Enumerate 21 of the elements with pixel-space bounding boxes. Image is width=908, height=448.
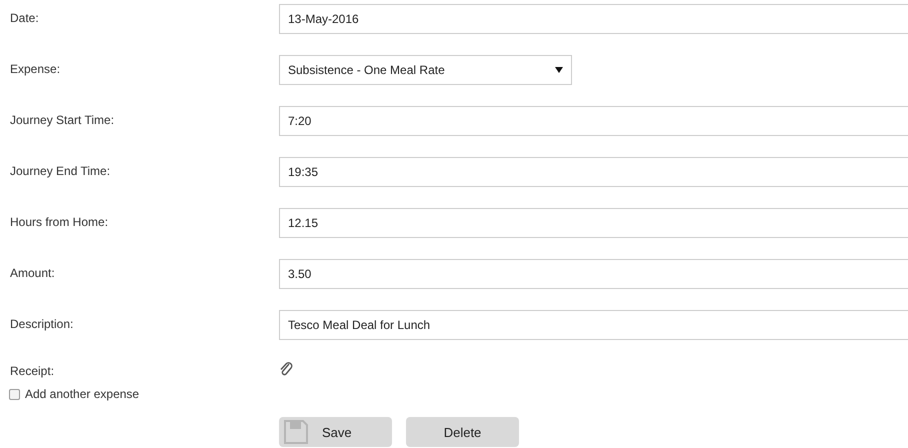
text-field[interactable]: 3.50 xyxy=(279,259,908,289)
expense-dropdown[interactable]: Subsistence - One Meal Rate xyxy=(279,55,572,85)
text-field[interactable]: 19:35 xyxy=(279,157,908,187)
field-label: Expense: xyxy=(9,61,62,76)
field-label: Amount: xyxy=(9,265,56,280)
text-field[interactable]: 12.15 xyxy=(279,208,908,238)
paperclip-icon[interactable] xyxy=(279,361,293,377)
delete-button[interactable]: Delete xyxy=(406,417,519,447)
field-label: Hours from Home: xyxy=(9,214,110,229)
text-field[interactable]: 7:20 xyxy=(279,106,908,136)
checkbox[interactable] xyxy=(9,388,20,400)
caret-icon xyxy=(555,67,563,73)
field-label: Receipt: xyxy=(9,363,56,378)
field-label: Date: xyxy=(9,10,40,25)
checkbox-label: Add another expense xyxy=(25,387,140,401)
save-button[interactable]: Save xyxy=(279,417,392,447)
field-label: Journey End Time: xyxy=(9,163,112,178)
field-label: Description: xyxy=(9,316,74,331)
field-label: Journey Start Time: xyxy=(9,112,116,127)
text-field[interactable]: Tesco Meal Deal for Lunch xyxy=(279,310,908,340)
text-field[interactable]: 13-May-2016 xyxy=(279,4,908,34)
